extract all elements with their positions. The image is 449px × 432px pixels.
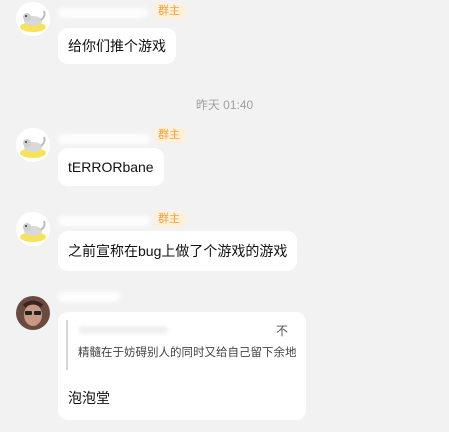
sender-name-redacted [58, 134, 150, 144]
cat-avatar-icon [16, 212, 50, 246]
message-bubble[interactable]: tERRORbane [58, 148, 164, 186]
sender-name-redacted [58, 8, 148, 18]
quoted-sender-redacted [78, 326, 168, 334]
avatar-group-owner[interactable] [16, 212, 50, 246]
reply-bubble[interactable]: 不 精髓在于妨碍别人的同时又给自己留下余地 泡泡堂 [58, 312, 306, 420]
timestamp: 昨天 01:40 [195, 98, 254, 112]
avatar-user[interactable] [16, 296, 50, 330]
message-bubble[interactable]: 之前宣称在bug上做了个游戏的游戏 [58, 231, 298, 271]
cat-avatar-icon [16, 2, 50, 36]
group-owner-badge: 群主 [153, 211, 185, 227]
group-owner-badge: 群主 [153, 127, 185, 143]
avatar-group-owner[interactable] [16, 2, 50, 36]
quoted-text-fragment: 不 [275, 324, 288, 338]
quoted-text: 精髓在于妨碍别人的同时又给自己留下余地 [78, 347, 297, 359]
sender-name-redacted [58, 216, 150, 226]
avatar-group-owner[interactable] [16, 128, 50, 162]
group-owner-badge: 群主 [153, 3, 185, 19]
reply-text: 泡泡堂 [68, 390, 110, 406]
user-portrait-icon [16, 296, 50, 330]
quoted-message[interactable]: 不 精髓在于妨碍别人的同时又给自己留下余地 [66, 320, 297, 370]
cat-avatar-icon [16, 128, 50, 162]
message-bubble[interactable]: 给你们推个游戏 [58, 28, 176, 64]
sender-name-redacted [58, 292, 120, 302]
